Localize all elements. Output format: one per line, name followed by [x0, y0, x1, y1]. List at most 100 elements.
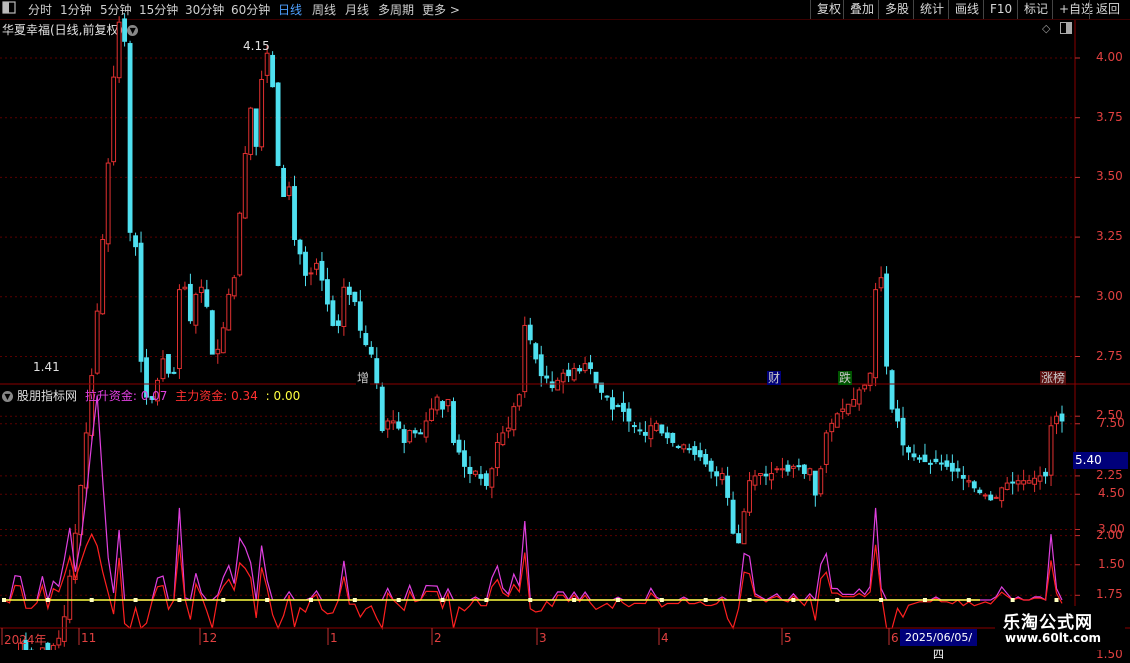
signal-marker	[308, 598, 313, 602]
multi-stock-button[interactable]: 多股	[878, 0, 915, 19]
signal-marker	[791, 598, 796, 602]
chevron-down-icon[interactable]: ▼	[2, 391, 13, 402]
candlestick	[971, 480, 977, 493]
candlestick	[780, 457, 785, 479]
mark-button[interactable]: 标记	[1017, 0, 1054, 19]
candlestick	[451, 397, 456, 446]
price-tick-label: 3.25	[1096, 229, 1123, 244]
diamond-icon[interactable]: ◇	[1042, 22, 1050, 35]
event-tag-add[interactable]: 增	[356, 371, 371, 385]
candlestick	[917, 454, 922, 463]
candlestick	[226, 288, 232, 331]
window-menu-icon[interactable]	[2, 0, 16, 17]
signal-marker	[440, 598, 445, 602]
event-tag-rank[interactable]: 涨榜	[1040, 371, 1067, 385]
statistics-button[interactable]: 统计	[913, 0, 950, 19]
price-tick-label: 2.25	[1096, 467, 1123, 482]
candlestick	[763, 465, 769, 486]
candlestick	[566, 362, 572, 383]
period-intraday[interactable]: 分时	[28, 1, 52, 18]
candlestick	[50, 643, 56, 650]
candlestick	[697, 442, 703, 462]
candlestick	[1032, 470, 1038, 493]
chevron-down-icon[interactable]: ▼	[127, 25, 139, 36]
candlestick	[1010, 472, 1016, 495]
period-60min[interactable]: 60分钟	[231, 1, 270, 18]
candlestick	[166, 354, 171, 378]
event-tag-finance[interactable]: 财	[767, 371, 782, 385]
candlestick	[111, 65, 117, 166]
date-tick-label: 2024年	[4, 633, 47, 647]
draw-line-button[interactable]: 画线	[948, 0, 985, 19]
period-weekly[interactable]: 周线	[312, 1, 336, 18]
date-tick-label: 11	[81, 631, 97, 645]
candlestick	[878, 266, 884, 292]
period-1min[interactable]: 1分钟	[60, 1, 92, 18]
candlestick	[259, 70, 265, 151]
kline-chart[interactable]	[0, 0, 1130, 650]
candlestick	[928, 459, 933, 474]
period-monthly[interactable]: 月线	[345, 1, 369, 18]
candlestick	[127, 40, 133, 242]
candlestick	[187, 273, 193, 324]
candlestick	[407, 429, 413, 444]
candlestick	[379, 382, 385, 433]
candlestick	[845, 403, 851, 416]
signal-marker	[835, 598, 840, 602]
signal-marker	[221, 598, 226, 602]
candlestick	[856, 387, 862, 411]
candlestick	[412, 427, 418, 438]
period-15min[interactable]: 15分钟	[139, 1, 178, 18]
candlestick	[1048, 416, 1054, 487]
event-tag-drop[interactable]: 跌	[838, 371, 853, 385]
candlestick	[582, 356, 588, 374]
candlestick	[473, 470, 478, 477]
candlestick	[374, 347, 380, 389]
candlestick	[220, 321, 226, 354]
candlestick	[664, 426, 670, 444]
period-5min[interactable]: 5分钟	[100, 1, 132, 18]
overlay-button[interactable]: 叠加	[843, 0, 880, 19]
date-tick-label: 5	[784, 631, 792, 645]
candlestick	[527, 317, 533, 345]
candlestick	[522, 316, 528, 398]
candlestick	[977, 487, 983, 495]
candlestick	[911, 444, 917, 461]
candlestick	[198, 279, 204, 303]
candlestick	[352, 291, 358, 306]
f10-button[interactable]: F10	[983, 0, 1018, 19]
candlestick	[346, 281, 352, 305]
candlestick	[714, 466, 720, 487]
panel-toggle-icon[interactable]	[1060, 22, 1072, 37]
price-tick-label: 2.75	[1096, 348, 1123, 363]
candlestick	[999, 486, 1005, 508]
candlestick	[884, 266, 889, 375]
indicator-title[interactable]: ▼ 股朋指标网 拉升资金: 0.07 主力资金: 0.34 : 0.00	[2, 387, 300, 404]
period-multi[interactable]: 多周期	[378, 1, 414, 18]
candlestick	[462, 440, 467, 478]
indicator-tick-label: 3.00	[1098, 521, 1125, 536]
candlestick	[494, 433, 500, 477]
date-tick-label: 4	[661, 631, 669, 645]
period-30min[interactable]: 30分钟	[185, 1, 224, 18]
candlestick	[445, 398, 451, 413]
candlestick	[544, 365, 550, 384]
candlestick	[796, 458, 802, 471]
candlestick	[231, 274, 237, 300]
candlestick	[653, 420, 659, 432]
candlestick	[292, 175, 297, 246]
candlestick	[982, 493, 988, 500]
candlestick	[1021, 469, 1027, 491]
candlestick	[577, 364, 583, 374]
candlestick	[500, 425, 506, 447]
restore-rights-button[interactable]: 复权	[810, 0, 847, 19]
candlestick	[319, 252, 325, 292]
candlestick	[834, 412, 840, 428]
stock-title[interactable]: 华夏幸福(日线,前复权) ▼	[2, 21, 139, 38]
period-daily[interactable]: 日线	[278, 1, 302, 18]
candlestick	[960, 466, 966, 491]
candlestick	[560, 369, 566, 394]
candlestick	[642, 421, 648, 443]
period-more[interactable]: 更多 >	[422, 1, 460, 18]
back-button[interactable]: 返回	[1089, 0, 1126, 19]
